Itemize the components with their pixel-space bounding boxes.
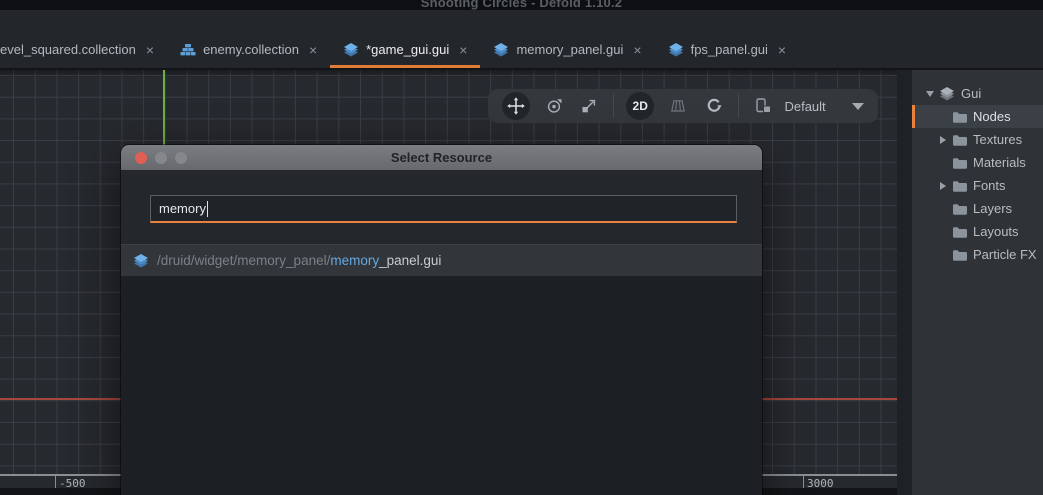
dialog-titlebar[interactable]: Select Resource xyxy=(121,145,762,170)
search-input-value: memory xyxy=(159,201,206,216)
outline-panel: Outline Gui Nodes Textures Materials xyxy=(912,32,1043,495)
tab-memory-panel-gui[interactable]: memory_panel.gui × xyxy=(480,34,654,68)
scale-icon xyxy=(580,97,598,115)
frustum-icon xyxy=(669,97,687,115)
canvas-shadow xyxy=(0,70,897,78)
gui-icon xyxy=(343,42,359,58)
layout-selector-icon[interactable] xyxy=(751,94,777,118)
text-cursor xyxy=(207,201,209,217)
tab-level-squared-collection[interactable]: evel_squared.collection × xyxy=(0,34,167,68)
folder-icon xyxy=(952,156,967,169)
frustum-culling-button[interactable] xyxy=(666,94,690,118)
tree-item-layouts[interactable]: Layouts xyxy=(912,220,1043,243)
tree-item-materials[interactable]: Materials xyxy=(912,151,1043,174)
tree-item-label: Particle FX xyxy=(973,247,1037,262)
tree-item-label: Layers xyxy=(973,201,1012,216)
device-layout-icon xyxy=(754,97,774,115)
layout-dropdown-value[interactable]: Default xyxy=(784,99,836,114)
close-icon[interactable]: × xyxy=(459,43,467,57)
result-path-prefix: /druid/widget/memory_panel/ xyxy=(157,253,330,268)
chevron-right-icon[interactable] xyxy=(940,182,946,190)
collection-icon xyxy=(180,42,196,58)
tree-item-particle-fx[interactable]: Particle FX xyxy=(912,243,1043,266)
window-titlebar: Shooting Circles - Defold 1.10.2 xyxy=(0,0,1043,10)
close-icon[interactable]: × xyxy=(309,43,317,57)
chevron-right-icon[interactable] xyxy=(940,136,946,144)
result-match-highlight: memory xyxy=(330,253,379,268)
refresh-button[interactable] xyxy=(702,94,726,118)
close-icon[interactable]: × xyxy=(633,43,641,57)
dialog-title: Select Resource xyxy=(121,150,762,165)
rotate-tool-button[interactable] xyxy=(542,94,566,118)
scene-toolbar: 2D Default xyxy=(488,89,878,123)
result-path: /druid/widget/memory_panel/memory_panel.… xyxy=(157,253,441,268)
tree-item-gui[interactable]: Gui xyxy=(912,82,1043,105)
move-tool-button[interactable] xyxy=(502,92,530,120)
close-button[interactable] xyxy=(135,152,147,164)
tab-label: evel_squared.collection xyxy=(0,42,136,57)
gui-icon xyxy=(939,86,955,102)
gui-icon xyxy=(493,42,509,58)
tree-item-label: Fonts xyxy=(973,178,1006,193)
tree-item-label: Textures xyxy=(973,132,1022,147)
tree-item-layers[interactable]: Layers xyxy=(912,197,1043,220)
refresh-icon xyxy=(705,97,723,115)
minimize-button[interactable] xyxy=(155,152,167,164)
ruler-tick xyxy=(55,476,56,488)
select-resource-dialog: Select Resource memory /druid/widget/mem… xyxy=(121,145,762,495)
resource-result-row[interactable]: /druid/widget/memory_panel/memory_panel.… xyxy=(121,245,762,276)
mode-2d-button[interactable]: 2D xyxy=(626,92,654,120)
tree-item-label: Gui xyxy=(961,86,981,101)
tree-item-label: Materials xyxy=(973,155,1026,170)
close-icon[interactable]: × xyxy=(778,43,786,57)
chevron-down-icon[interactable] xyxy=(852,103,864,110)
tree-item-label: Layouts xyxy=(973,224,1019,239)
toolbar-divider xyxy=(738,94,739,118)
folder-icon xyxy=(952,179,967,192)
folder-icon xyxy=(952,202,967,215)
resource-result-list: /druid/widget/memory_panel/memory_panel.… xyxy=(121,244,762,495)
mode-2d-label: 2D xyxy=(633,99,648,113)
window-title: Shooting Circles - Defold 1.10.2 xyxy=(0,0,1043,10)
result-path-suffix: _panel.gui xyxy=(379,253,441,268)
outline-tree: Gui Nodes Textures Materials Fonts xyxy=(912,82,1043,266)
tree-item-nodes[interactable]: Nodes xyxy=(912,105,1043,128)
right-dock: Outline Gui Nodes Textures Materials xyxy=(897,10,1043,495)
tab-label: fps_panel.gui xyxy=(691,42,768,57)
tree-item-label: Nodes xyxy=(973,109,1011,124)
tree-item-textures[interactable]: Textures xyxy=(912,128,1043,151)
folder-icon xyxy=(952,248,967,261)
move-icon xyxy=(507,97,525,115)
maximize-button[interactable] xyxy=(175,152,187,164)
tab-label: *game_gui.gui xyxy=(366,42,449,57)
tab-label: enemy.collection xyxy=(203,42,299,57)
toolbar-divider xyxy=(613,94,614,118)
tree-item-fonts[interactable]: Fonts xyxy=(912,174,1043,197)
tab-row: evel_squared.collection × enemy.collecti… xyxy=(0,34,799,68)
editor-tab-bar: evel_squared.collection × enemy.collecti… xyxy=(0,10,1043,70)
folder-icon xyxy=(952,225,967,238)
folder-icon xyxy=(952,110,967,123)
ruler-tick xyxy=(803,476,804,488)
chevron-down-icon[interactable] xyxy=(926,91,934,97)
tab-game-gui[interactable]: *game_gui.gui × xyxy=(330,34,480,68)
resource-search-input[interactable]: memory xyxy=(150,195,737,223)
rotate-icon xyxy=(545,97,563,115)
gui-icon xyxy=(133,253,149,269)
folder-icon xyxy=(952,133,967,146)
gui-icon xyxy=(668,42,684,58)
scale-tool-button[interactable] xyxy=(578,94,602,118)
close-icon[interactable]: × xyxy=(146,43,154,57)
tab-fps-panel-gui[interactable]: fps_panel.gui × xyxy=(655,34,800,68)
tab-enemy-collection[interactable]: enemy.collection × xyxy=(167,34,330,68)
tab-label: memory_panel.gui xyxy=(516,42,623,57)
